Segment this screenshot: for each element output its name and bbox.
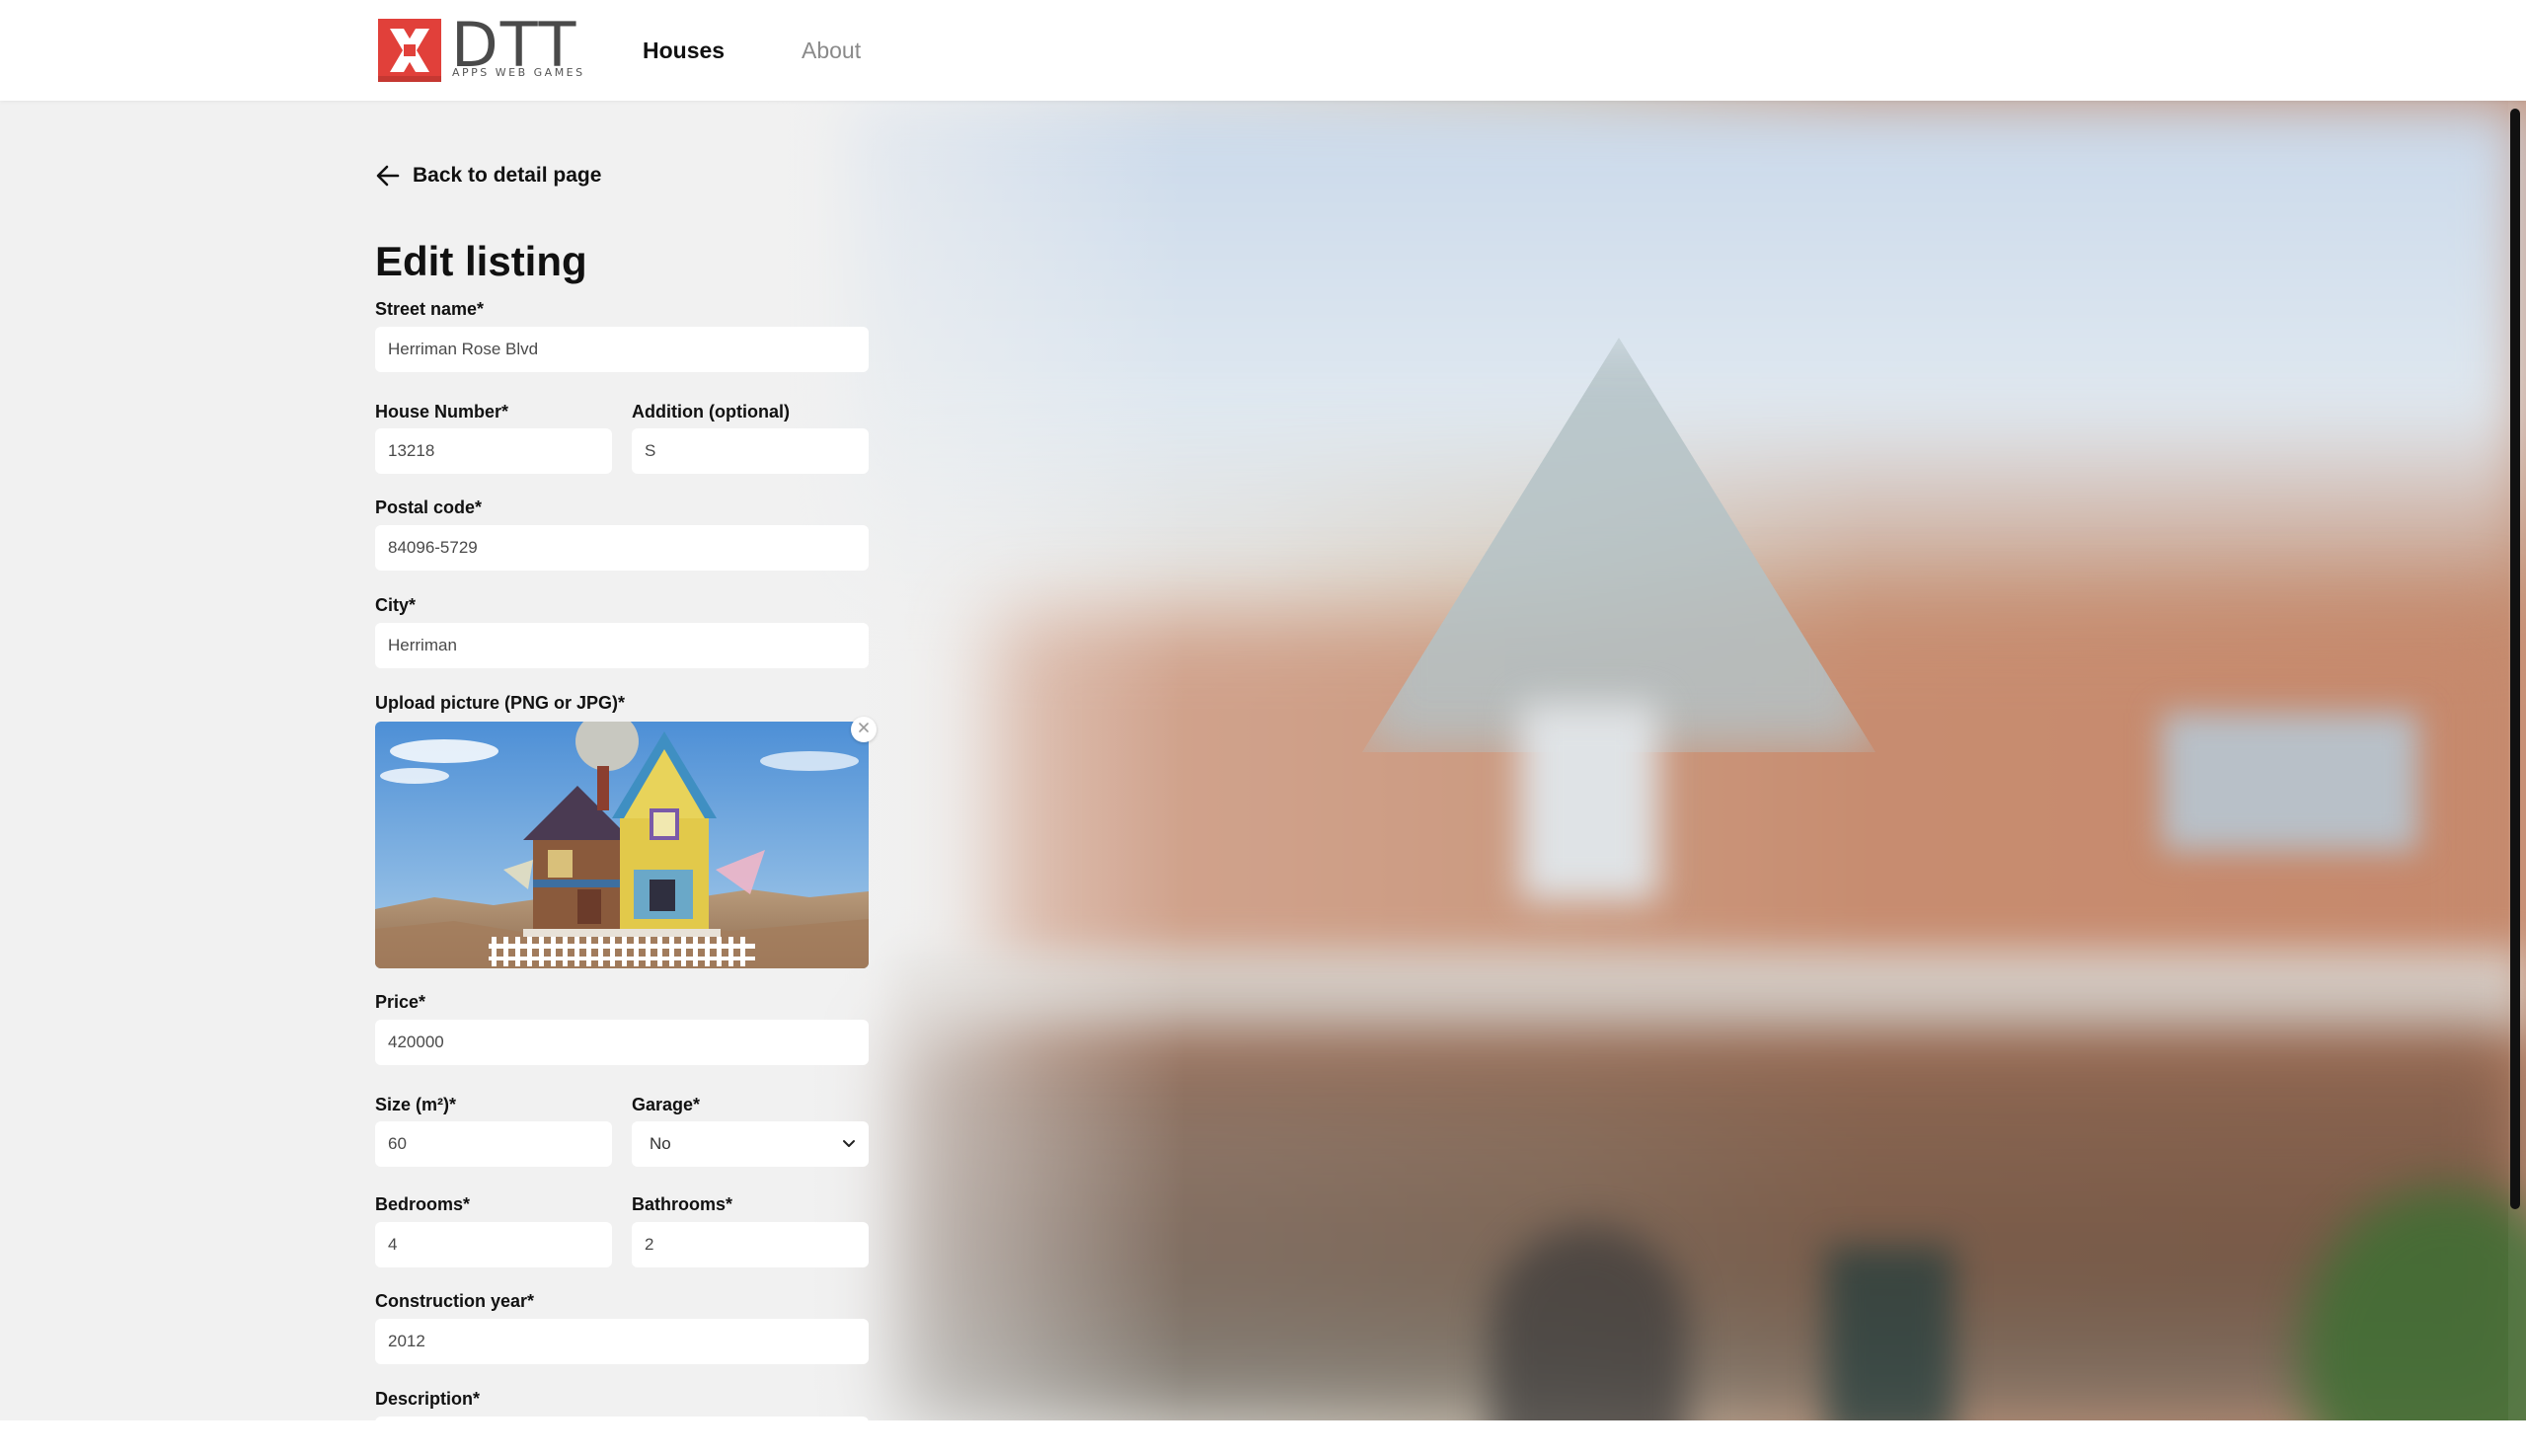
description-label: Description* (375, 1389, 481, 1409)
top-navigation: DTT APPS WEB GAMES Houses About (0, 0, 2526, 101)
description-textarea[interactable] (375, 1417, 869, 1456)
size-value: 60 (388, 1134, 407, 1153)
size-label: Size (m²)* (375, 1095, 457, 1114)
addition-input[interactable]: S (632, 428, 869, 474)
construction-year-label: Construction year* (375, 1291, 535, 1311)
nav-houses[interactable]: Houses (643, 36, 725, 65)
price-value: 420000 (388, 1033, 444, 1051)
house-number-label: House Number* (375, 402, 509, 421)
addition-value: S (645, 441, 656, 460)
bathrooms-value: 2 (645, 1235, 654, 1254)
postal-code-value: 84096-5729 (388, 538, 478, 557)
nav-about[interactable]: About (802, 36, 861, 65)
street-name-input[interactable]: Herriman Rose Blvd (375, 327, 869, 372)
city-label: City* (375, 595, 417, 615)
house-photo-icon (375, 722, 869, 968)
bathrooms-label: Bathrooms* (632, 1194, 733, 1214)
chevron-down-icon (842, 1139, 856, 1149)
dtt-logo[interactable]: DTT APPS WEB GAMES (378, 15, 582, 82)
garage-select[interactable]: No (632, 1121, 869, 1167)
postal-code-label: Postal code* (375, 498, 483, 517)
price-input[interactable]: 420000 (375, 1020, 869, 1065)
house-number-input[interactable]: 13218 (375, 428, 612, 474)
logo-tagline: APPS WEB GAMES (452, 66, 585, 79)
street-name-value: Herriman Rose Blvd (388, 340, 539, 358)
uploaded-picture-preview[interactable] (375, 722, 869, 968)
arrow-left-icon (375, 163, 401, 189)
size-input[interactable]: 60 (375, 1121, 612, 1167)
bedrooms-input[interactable]: 4 (375, 1222, 612, 1267)
addition-label: Addition (optional) (632, 402, 790, 421)
construction-year-value: 2012 (388, 1332, 425, 1350)
remove-picture-button[interactable] (851, 717, 877, 742)
back-link-label: Back to detail page (413, 164, 602, 187)
city-value: Herriman (388, 636, 457, 654)
upload-picture-label: Upload picture (PNG or JPG)* (375, 693, 626, 713)
logo-mark-icon (378, 19, 441, 82)
scrollbar-thumb[interactable] (2510, 109, 2520, 1209)
back-to-detail-link[interactable]: Back to detail page (375, 163, 601, 189)
price-label: Price* (375, 992, 426, 1012)
bathrooms-input[interactable]: 2 (632, 1222, 869, 1267)
garage-value: No (650, 1134, 671, 1153)
bedrooms-value: 4 (388, 1235, 398, 1254)
city-input[interactable]: Herriman (375, 623, 869, 668)
house-number-value: 13218 (388, 441, 435, 460)
postal-code-input[interactable]: 84096-5729 (375, 525, 869, 571)
close-icon (858, 721, 870, 738)
garage-label: Garage* (632, 1095, 701, 1114)
page-title: Edit listing (375, 238, 587, 284)
bedrooms-label: Bedrooms* (375, 1194, 471, 1214)
street-name-label: Street name* (375, 299, 485, 319)
construction-year-input[interactable]: 2012 (375, 1319, 869, 1364)
